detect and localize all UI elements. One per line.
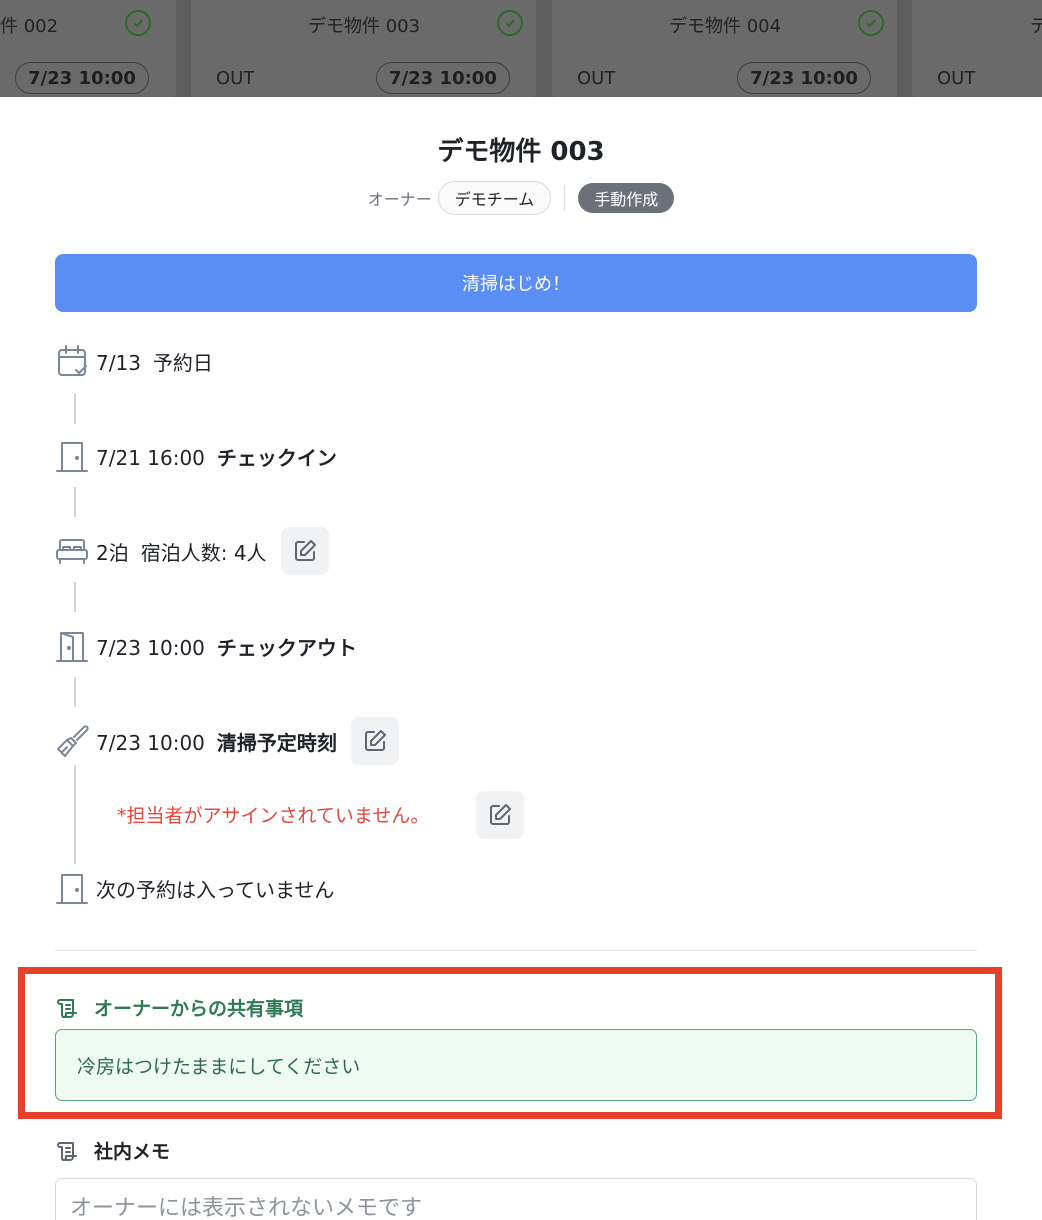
timeline-label: 次の予約は入っていません [96,877,335,902]
reservation-detail-sheet: デモ物件 003 オーナー デモチーム 手動作成 清掃はじめ！ 7/13 予約日 [0,97,1042,1220]
internal-memo-title: 社内メモ [94,1141,171,1163]
timeline-text: 7/23 10:00 チェックアウト [96,632,357,661]
timeline-connector [74,765,76,864]
bed-icon [52,531,96,571]
edit-guests-button[interactable] [280,527,329,575]
card-date: 7/23 10:00 [376,62,510,94]
background-card[interactable]: 件 002 7/23 10:00 [0,0,176,97]
timeline-label: チェックイン [216,445,337,470]
timeline-text: 2泊 宿泊人数: 4人 [96,537,267,566]
brush-icon [52,721,96,761]
edit-assignee-button[interactable] [476,791,524,839]
edit-cleaning-time-button[interactable] [350,717,399,765]
door-icon [52,868,96,908]
card-title: デ [1030,16,1042,37]
timeline-item-checkout: 7/23 10:00 チェックアウト [52,626,357,666]
card-out-label: OUT [937,68,976,89]
card-title: デモ物件 003 [308,16,421,37]
timeline-item-booking-date: 7/13 予約日 [52,341,213,381]
scroll-icon [57,1141,77,1161]
edit-icon [364,730,386,751]
timeline-label: チェックアウト [216,635,357,660]
timeline-text: 7/13 予約日 [96,347,213,376]
timeline-value: 7/13 [96,350,141,375]
background-card[interactable]: デモ物件 003 OUT 7/23 10:00 [191,0,536,97]
background-card[interactable]: デ OUT [912,0,1042,97]
owner-label: オーナー [367,190,432,209]
check-circle-icon [497,10,523,36]
start-cleaning-button[interactable]: 清掃はじめ！ [55,254,977,312]
card-date: 7/23 10:00 [15,62,149,94]
property-meta: オーナー デモチーム 手動作成 [0,181,1042,215]
timeline-value: 7/23 10:00 [96,635,205,660]
scroll-icon [57,998,77,1018]
card-title: デモ物件 004 [669,16,782,37]
timeline-item-checkin: 7/21 16:00 チェックイン [52,436,337,476]
timeline-text: 7/21 16:00 チェックイン [96,442,337,471]
card-out-label: OUT [577,68,616,89]
timeline-label: 宿泊人数: 4人 [140,540,267,565]
background-card[interactable]: デモ物件 004 OUT 7/23 10:00 [552,0,897,97]
card-date: 7/23 10:00 [737,62,871,94]
timeline-value: 7/23 10:00 [96,730,205,755]
card-out-label: OUT [216,68,255,89]
assignee-warning: *担当者がアサインされていません。 [117,805,430,827]
timeline-connector [74,394,76,424]
timeline-connector [74,677,76,707]
card-title: 件 002 [0,16,59,37]
timeline-value: 2泊 [96,540,129,565]
check-circle-icon [858,10,884,36]
timeline-connector [74,487,76,517]
timeline-connector [74,582,76,612]
door-open-icon [52,626,96,666]
check-circle-icon [125,10,151,36]
timeline-value: 7/21 16:00 [96,445,205,470]
timeline-item-cleaning: 7/23 10:00 清掃予定時刻 [52,717,399,765]
creation-badge: 手動作成 [578,183,675,213]
owner-notes-title: オーナーからの共有事項 [94,998,304,1020]
door-icon [52,436,96,476]
owner-notes-content: 冷房はつけたままにしてください [55,1029,977,1101]
timeline-text: 7/23 10:00 清掃予定時刻 [96,727,337,756]
edit-icon [294,540,316,561]
edit-icon [490,804,511,825]
owner-chip[interactable]: デモチーム [437,181,552,215]
timeline-item-next-reservation: 次の予約は入っていません [52,868,334,908]
timeline-label: 清掃予定時刻 [216,730,337,755]
background-card-strip: 件 002 7/23 10:00 デモ物件 003 OUT 7/23 10:00… [0,0,1042,97]
meta-divider [564,185,566,211]
calendar-check-icon [52,341,96,381]
property-title: デモ物件 003 [437,137,605,167]
section-divider [55,950,977,951]
timeline-label: 予約日 [152,350,213,375]
internal-memo-heading: 社内メモ [56,1137,170,1164]
internal-memo-input[interactable] [55,1178,977,1220]
owner-notes-heading: オーナーからの共有事項 [56,994,303,1021]
timeline-item-stay: 2泊 宿泊人数: 4人 [52,527,329,575]
